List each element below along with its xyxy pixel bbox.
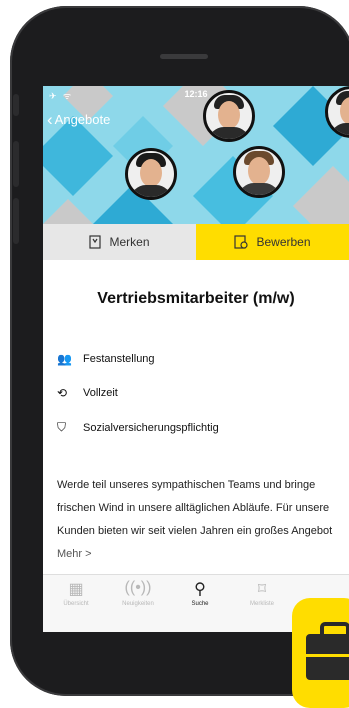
apply-document-icon [234, 235, 249, 249]
back-button[interactable]: ‹ Angebote [47, 110, 111, 129]
earpiece-speaker [160, 54, 208, 59]
briefcase-strip [306, 654, 349, 657]
attribute-employment-type: 👥 Festanstellung [57, 352, 155, 366]
tab-label: Suche [191, 601, 209, 607]
job-title: Vertriebsmitarbeiter (m/w) [97, 290, 295, 307]
description-line: Kunden bieten wir seit vielen Jahren ein… [57, 525, 333, 537]
tab-label: Übersicht [63, 601, 89, 607]
tab-label: Merkliste [249, 601, 274, 607]
briefcase-icon [306, 634, 349, 680]
app-screen: ✈ ᯤ 12:16 ‹ Angebote Merken Bewerben Ver… [43, 86, 349, 632]
bewerben-button[interactable]: Bewerben [196, 224, 349, 260]
employee-avatar [203, 90, 255, 142]
tab-suche[interactable]: ⚲ Suche [171, 579, 229, 607]
broadcast-icon: ((•)) [124, 579, 152, 596]
attribute-working-time: ⟲ Vollzeit [57, 386, 118, 400]
volume-up-button [13, 141, 19, 187]
bewerben-label: Bewerben [256, 235, 311, 249]
volume-down-button [13, 198, 19, 244]
attribute-label: Vollzeit [83, 387, 118, 399]
merken-label: Merken [109, 235, 150, 249]
hero-banner: ✈ ᯤ 12:16 ‹ Angebote [43, 86, 349, 224]
more-link[interactable]: Mehr > [57, 548, 92, 560]
status-bar: ✈ ᯤ 12:16 [43, 86, 349, 104]
attribute-insurance: ⛉ Sozialversicherungspflichtig [57, 420, 219, 435]
job-description: Werde teil unseres sympathischen Teams u… [57, 474, 341, 543]
description-line: Werde teil unseres sympathischen Teams u… [57, 479, 316, 491]
employee-avatar [125, 148, 177, 200]
attribute-label: Festanstellung [83, 353, 155, 365]
clock-icon: ⟲ [57, 386, 68, 400]
grid-icon: ▦ [68, 581, 84, 598]
status-time: 12:16 [184, 89, 208, 99]
employee-avatar [233, 146, 285, 198]
shield-icon: ⛉ [57, 420, 67, 434]
bookmark-icon: ⌑ [257, 581, 267, 598]
action-bar: Merken Bewerben [43, 224, 349, 260]
tab-merkliste[interactable]: ⌑ Merkliste [233, 579, 291, 607]
diamond-pattern [43, 86, 349, 224]
search-icon: ⚲ [194, 581, 206, 598]
chevron-left-icon: ‹ [47, 110, 53, 129]
tab-neuigkeiten[interactable]: ((•)) Neuigkeiten [109, 579, 167, 607]
bookmark-icon [89, 235, 102, 249]
attribute-label: Sozialversicherungspflichtig [83, 421, 219, 434]
merken-button[interactable]: Merken [43, 224, 196, 260]
briefcase-badge [292, 598, 349, 708]
tab-uebersicht[interactable]: ▦ Übersicht [47, 579, 105, 607]
people-icon: 👥 [57, 352, 72, 366]
mute-switch [13, 94, 19, 116]
description-line: frischen Wind in unsere alltäglichen Abl… [57, 502, 330, 514]
tab-label: Neuigkeiten [122, 601, 154, 607]
back-label: Angebote [54, 112, 111, 127]
